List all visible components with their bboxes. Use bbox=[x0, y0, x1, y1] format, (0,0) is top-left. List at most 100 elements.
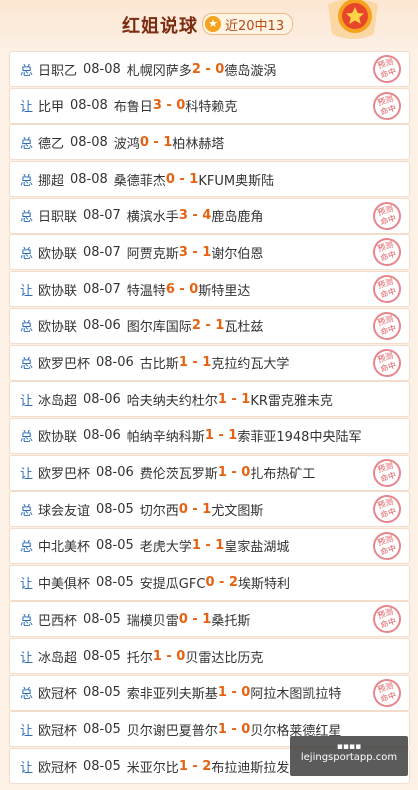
hit-stamp-icon: 预测 命中 bbox=[369, 198, 405, 233]
bet-type: 总 bbox=[20, 136, 34, 152]
league-name: 中北美杯 bbox=[38, 540, 91, 556]
home-team: 特温特 bbox=[126, 283, 166, 299]
match-date: 08-05 bbox=[83, 685, 121, 701]
away-team: 克拉约瓦大学 bbox=[211, 357, 290, 372]
list-item[interactable]: 总欧协联 08-06 帕纳辛纳科斯 1 - 1 索菲亚1948中央陆军 bbox=[9, 417, 410, 454]
list-item[interactable]: 总欧协联 08-06 图尔库国际 2 - 1 瓦杜兹 预测 命中 bbox=[9, 307, 410, 344]
league-name: 日职乙 bbox=[38, 63, 78, 79]
match-score: 0 - 1 bbox=[139, 134, 173, 150]
match-date: 08-05 bbox=[96, 538, 134, 554]
list-item[interactable]: 总欧罗巴杯 08-06 古比斯 1 - 1 克拉约瓦大学 预测 命中 bbox=[9, 344, 410, 381]
watermark-url: lejingsportapp.com bbox=[300, 752, 398, 763]
header: 红姐说球 ★ 近20中13 bbox=[0, 0, 418, 48]
away-team: 桑托斯 bbox=[211, 613, 251, 629]
medal-icon bbox=[328, 0, 378, 39]
record-badge-text: 近20中13 bbox=[225, 18, 285, 34]
watermark: ▪▪▪▪ lejingsportapp.com bbox=[290, 736, 408, 776]
bet-type: 让 bbox=[20, 100, 34, 116]
list-item[interactable]: 让欧协联 08-07 特温特 6 - 0 斯特里达 预测 命中 bbox=[9, 271, 410, 308]
match-date: 08-06 bbox=[83, 391, 121, 407]
away-team: 阿拉木图凯拉特 bbox=[250, 687, 342, 703]
list-item[interactable]: 总挪超 08-08 桑德菲杰 0 - 1 KFUM奥斯陆 bbox=[9, 161, 410, 198]
home-team: 索非亚列夫斯基 bbox=[126, 687, 218, 703]
league-name: 欧罗巴杯 bbox=[38, 467, 91, 483]
match-date: 08-05 bbox=[83, 758, 121, 774]
bet-type: 总 bbox=[20, 246, 34, 262]
away-team: 皇家盐湖城 bbox=[224, 540, 290, 556]
bet-type: 总 bbox=[20, 540, 34, 556]
list-item[interactable]: 让欧罗巴杯 08-06 费伦茨瓦罗斯 1 - 0 扎布热矿工 预测 命中 bbox=[9, 454, 410, 491]
league-name: 比甲 bbox=[38, 100, 65, 116]
bet-type: 让 bbox=[20, 723, 34, 739]
bet-type: 总 bbox=[20, 320, 34, 336]
away-team: 谢尔伯恩 bbox=[211, 246, 264, 262]
bet-type: 总 bbox=[20, 687, 34, 703]
match-date: 08-06 bbox=[96, 465, 134, 481]
hit-stamp-icon: 预测 命中 bbox=[369, 455, 405, 490]
list-item[interactable]: 总中北美杯 08-05 老虎大学 1 - 1 皇家盐湖城 预测 命中 bbox=[9, 527, 410, 564]
page-title: 红姐说球 bbox=[122, 16, 198, 37]
hit-stamp-icon: 预测 命中 bbox=[369, 602, 405, 637]
match-date: 08-08 bbox=[83, 61, 121, 77]
league-name: 欧协联 bbox=[38, 283, 78, 299]
match-date: 08-05 bbox=[83, 648, 121, 664]
match-score: 0 - 1 bbox=[165, 171, 199, 187]
bet-type: 总 bbox=[20, 430, 34, 446]
hit-stamp-icon: 预测 命中 bbox=[369, 88, 405, 123]
league-name: 挪超 bbox=[38, 173, 65, 189]
match-score: 3 - 0 bbox=[152, 98, 186, 114]
bet-type: 总 bbox=[20, 173, 34, 189]
match-score: 0 - 2 bbox=[205, 575, 238, 591]
league-name: 德乙 bbox=[38, 136, 65, 152]
home-team: 横滨水手 bbox=[126, 210, 179, 226]
hit-stamp-icon: 预测 命中 bbox=[369, 528, 405, 563]
match-date: 08-08 bbox=[70, 134, 108, 150]
list-item[interactable]: 总球会友谊 08-05 切尔西 0 - 1 尤文图斯 预测 命中 bbox=[9, 491, 410, 528]
home-team: 古比斯 bbox=[139, 357, 179, 372]
away-team: 德岛漩涡 bbox=[224, 63, 277, 79]
league-name: 日职联 bbox=[38, 210, 78, 226]
list-item[interactable]: 让冰岛超 08-05 托尔 1 - 0 贝雷达比历克 bbox=[9, 638, 410, 674]
list-item[interactable]: 让比甲 08-08 布鲁日 3 - 0 科特赖克 预测 命中 bbox=[9, 87, 410, 124]
home-team: 老虎大学 bbox=[139, 540, 192, 556]
match-date: 08-08 bbox=[70, 171, 108, 187]
match-score: 3 - 4 bbox=[178, 208, 212, 224]
away-team: KR雷克雅未克 bbox=[250, 393, 333, 409]
match-score: 0 - 1 bbox=[178, 611, 212, 627]
watermark-line1: ▪▪▪▪ bbox=[336, 742, 362, 752]
bet-type: 让 bbox=[20, 650, 34, 666]
list-item[interactable]: 总巴西杯 08-05 瑞模贝雷 0 - 1 桑托斯 预测 命中 bbox=[9, 601, 410, 638]
league-name: 欧冠杯 bbox=[38, 723, 78, 739]
bet-type: 总 bbox=[20, 613, 34, 629]
bet-type: 让 bbox=[20, 577, 34, 593]
away-team: 柏林赫塔 bbox=[172, 136, 225, 152]
hit-stamp-icon: 预测 命中 bbox=[369, 308, 405, 343]
list-item[interactable]: 让中美俱杯 08-05 安提瓜GFC 0 - 2 埃斯特利 bbox=[9, 564, 410, 601]
match-date: 08-06 bbox=[83, 318, 121, 334]
hit-stamp-icon: 预测 命中 bbox=[369, 272, 405, 307]
list-item[interactable]: 总欧冠杯 08-05 索非亚列夫斯基 1 - 0 阿拉木图凯拉特 预测 命中 bbox=[9, 674, 410, 711]
match-date: 08-05 bbox=[96, 501, 134, 517]
list-item[interactable]: 总日职联 08-07 横滨水手 3 - 4 鹿岛鹿角 预测 命中 bbox=[9, 197, 410, 234]
home-team: 札幌冈萨多 bbox=[126, 63, 192, 79]
league-name: 巴西杯 bbox=[38, 613, 78, 629]
list-item[interactable]: 总日职乙 08-08 札幌冈萨多 2 - 0 德岛漩涡 预测 命中 bbox=[9, 51, 410, 87]
hit-stamp-icon: 预测 命中 bbox=[369, 235, 405, 270]
list-item[interactable]: 总欧协联 08-07 阿贾克斯 3 - 1 谢尔伯恩 预测 命中 bbox=[9, 234, 410, 271]
hit-stamp-icon: 预测 命中 bbox=[369, 52, 405, 86]
home-team: 帕纳辛纳科斯 bbox=[126, 430, 205, 446]
home-team: 安提瓜GFC bbox=[139, 577, 206, 593]
home-team: 图尔库国际 bbox=[126, 320, 192, 336]
match-date: 08-08 bbox=[70, 98, 108, 114]
list-item[interactable]: 让冰岛超 08-06 哈夫纳夫约杜尔 1 - 1 KR雷克雅未克 bbox=[9, 381, 410, 418]
home-team: 布鲁日 bbox=[113, 100, 153, 116]
away-team: 贝雷达比历克 bbox=[185, 650, 264, 666]
away-team: KFUM奥斯陆 bbox=[198, 173, 275, 189]
hit-stamp-icon: 预测 命中 bbox=[369, 675, 405, 710]
match-score: 3 - 1 bbox=[178, 244, 212, 260]
results-list: 总日职乙 08-08 札幌冈萨多 2 - 0 德岛漩涡 预测 命中让比甲 08-08 布鲁日 3 … bbox=[9, 51, 410, 785]
match-score: 0 - 1 bbox=[178, 501, 212, 517]
match-score: 1 - 0 bbox=[152, 648, 186, 664]
league-name: 中美俱杯 bbox=[38, 577, 91, 593]
list-item[interactable]: 总德乙 08-08 波鸿 0 - 1 柏林赫塔 bbox=[9, 124, 410, 161]
